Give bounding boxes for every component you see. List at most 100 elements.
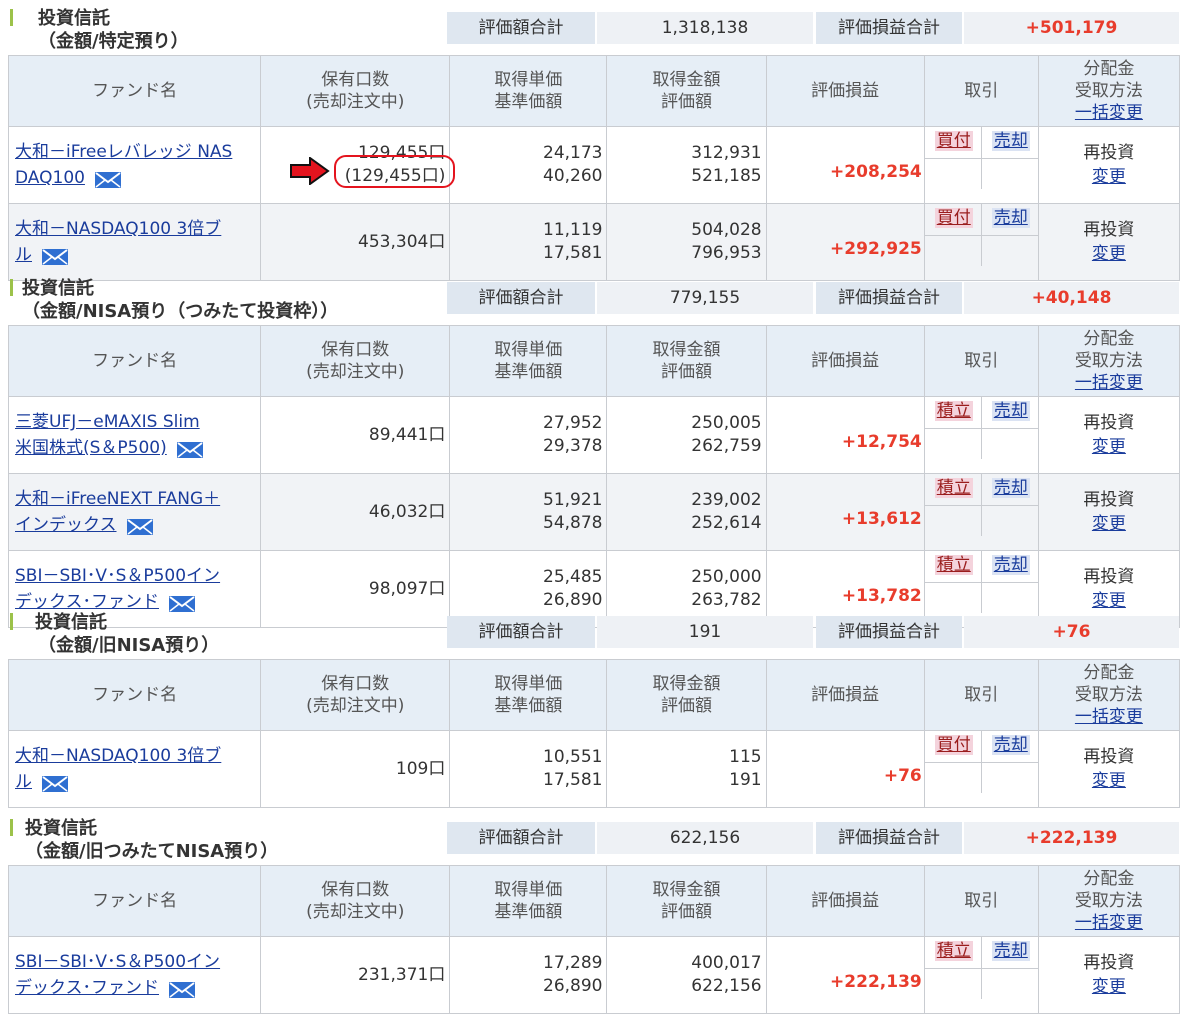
reinvest-label: 再投資 [1083,747,1135,767]
buy-button[interactable]: 積立 [934,941,973,961]
fund-name-link[interactable]: ル [15,245,32,265]
units-cell: 89,441口 [260,396,451,474]
total-label: 評価額合計 [447,822,595,854]
col-pl-header: 評価損益 [765,659,925,731]
acq-amount-value: 250,000 [691,567,762,587]
bulk-change-link[interactable]: 一括変更 [1039,102,1179,124]
envelope-icon[interactable] [176,440,203,458]
header-label: 取得単価 [494,340,563,360]
col-units-header: 保有口数 (売却注文中) [260,55,451,127]
acq-price-value: 17,289 [543,953,603,973]
sell-button[interactable]: 売却 [991,941,1030,961]
sell-button[interactable]: 売却 [991,478,1030,498]
header-label: (売却注文中) [306,92,405,112]
fund-name-link[interactable]: デックス･ファンド [15,978,159,998]
buy-button[interactable]: 買付 [934,131,973,151]
acq-price-value: 11,119 [543,220,603,240]
sell-button[interactable]: 売却 [991,131,1030,151]
eval-amount-value: 191 [729,770,762,790]
acq-amount-value: 115 [729,747,762,767]
distribution-cell: 再投資 変更 [1037,203,1181,281]
sell-button[interactable]: 売却 [991,401,1030,421]
col-acq-price-header: 取得単価 基準価額 [449,865,608,937]
sell-button[interactable]: 売却 [991,735,1030,755]
pl-total-label: 評価損益合計 [816,616,962,648]
section-header: 投資信託 （金額/NISA預り（つみたて投資枠）） 評価額合計 779,155 評価損益… [0,270,1186,322]
section-subtitle: （金額/旧NISA預り） [38,635,220,656]
fund-name-link[interactable]: インデックス [15,515,117,535]
buy-button[interactable]: 積立 [934,555,973,575]
base-price-value: 54,878 [543,513,603,533]
buy-button[interactable]: 積立 [934,401,973,421]
fund-name-link[interactable]: DAQ100 [15,168,85,188]
header-label: 取得金額 [652,70,721,90]
fund-name-link[interactable]: 大和－iFreeレバレッジ NAS [15,139,260,165]
section-subtitle: （金額/NISA預り（つみたて投資枠）） [22,301,339,322]
pl-total-label: 評価損益合計 [816,12,962,44]
highlight-circle [334,155,455,188]
header-label: 取得単価 [494,70,563,90]
eval-amount-value: 796,953 [691,243,762,263]
col-units-header: 保有口数 (売却注文中) [260,325,451,397]
col-units-header: 保有口数 (売却注文中) [260,865,451,937]
col-acq-price-header: 取得単価 基準価額 [449,55,608,127]
fund-name-link[interactable]: 米国株式(S＆P500) [15,438,167,458]
change-distribution-link[interactable]: 変更 [1039,769,1179,793]
fund-name-link[interactable]: 大和－iFreeNEXT FANG＋ [15,486,260,512]
fund-name-link[interactable]: 大和－NASDAQ100 3倍ブ [15,216,260,242]
fund-name-cell: 三菱UFJ－eMAXIS Slim 米国株式(S＆P500) [7,396,262,474]
red-arrow-icon [290,156,330,186]
fund-name-link[interactable]: 大和－NASDAQ100 3倍ブ [15,743,260,769]
header-label: ファンド名 [92,891,178,911]
fund-name-link[interactable]: SBI－SBI･V･S＆P500イン [15,949,260,975]
envelope-icon[interactable] [42,247,68,265]
col-fund-name-header: ファンド名 [7,55,262,127]
table-row: 大和－NASDAQ100 3倍ブル 109口 10,551 17,581 115 191 +… [7,730,1181,808]
trade-cell: 積立 売却 [923,936,1039,1014]
reinvest-label: 再投資 [1083,567,1135,587]
units-value: 231,371口 [358,964,446,985]
bulk-change-link[interactable]: 一括変更 [1039,706,1179,728]
units-cell: 231,371口 [260,936,451,1014]
eval-amount-value: 252,614 [691,513,762,533]
header-label: 評価損益 [811,685,880,705]
total-value: 1,318,138 [597,12,813,44]
acq-price-value: 27,952 [543,413,603,433]
fund-name-cell: 大和－iFreeNEXT FANG＋ インデックス [7,473,262,551]
pl-total-value: +76 [964,616,1179,648]
buy-button[interactable]: 積立 [934,478,973,498]
table-row: SBI－SBI･V･S＆P500インデックス･ファンド 231,371口 17,28… [7,936,1181,1014]
base-price-value: 40,260 [543,166,603,186]
profit-loss-value: +222,139 [765,936,925,1014]
fund-name-link[interactable]: SBI－SBI･V･S＆P500イン [15,563,260,589]
buy-button[interactable]: 買付 [934,735,973,755]
table-header-row: ファンド名 保有口数 (売却注文中) 取得単価 基準価額 取得金額 評価額 評価損益 取引 分配金… [7,55,1181,127]
envelope-icon[interactable] [126,517,153,535]
change-distribution-link[interactable]: 変更 [1039,512,1179,536]
bulk-change-link[interactable]: 一括変更 [1039,912,1179,934]
change-distribution-link[interactable]: 変更 [1039,975,1179,999]
change-distribution-link[interactable]: 変更 [1039,165,1179,189]
envelope-icon[interactable] [42,774,68,792]
reinvest-label: 再投資 [1083,413,1135,433]
trade-cell: 積立 売却 [923,396,1039,474]
envelope-icon[interactable] [94,170,121,188]
pl-total-value: +501,179 [964,12,1179,44]
fund-name-cell: 大和－NASDAQ100 3倍ブル [7,730,262,808]
fund-name-link[interactable]: ル [15,772,32,792]
sell-button[interactable]: 売却 [991,555,1030,575]
envelope-icon[interactable] [169,980,195,998]
buy-button[interactable]: 買付 [934,208,973,228]
total-label: 評価額合計 [447,616,595,648]
change-distribution-link[interactable]: 変更 [1039,242,1179,266]
bulk-change-link[interactable]: 一括変更 [1039,372,1179,394]
fund-name-link[interactable]: 三菱UFJ－eMAXIS Slim [15,409,260,435]
sell-button[interactable]: 売却 [991,208,1030,228]
eval-amount-value: 262,759 [691,436,762,456]
profit-loss-value: +292,925 [765,203,925,281]
amount-cell: 250,005 262,759 [606,396,767,474]
change-distribution-link[interactable]: 変更 [1039,435,1179,459]
header-label: (売却注文中) [306,902,405,922]
holdings-table: ファンド名 保有口数 (売却注文中) 取得単価 基準価額 取得金額 評価額 評価損益 取引 分配金… [7,55,1181,281]
col-acq-price-header: 取得単価 基準価額 [449,325,608,397]
